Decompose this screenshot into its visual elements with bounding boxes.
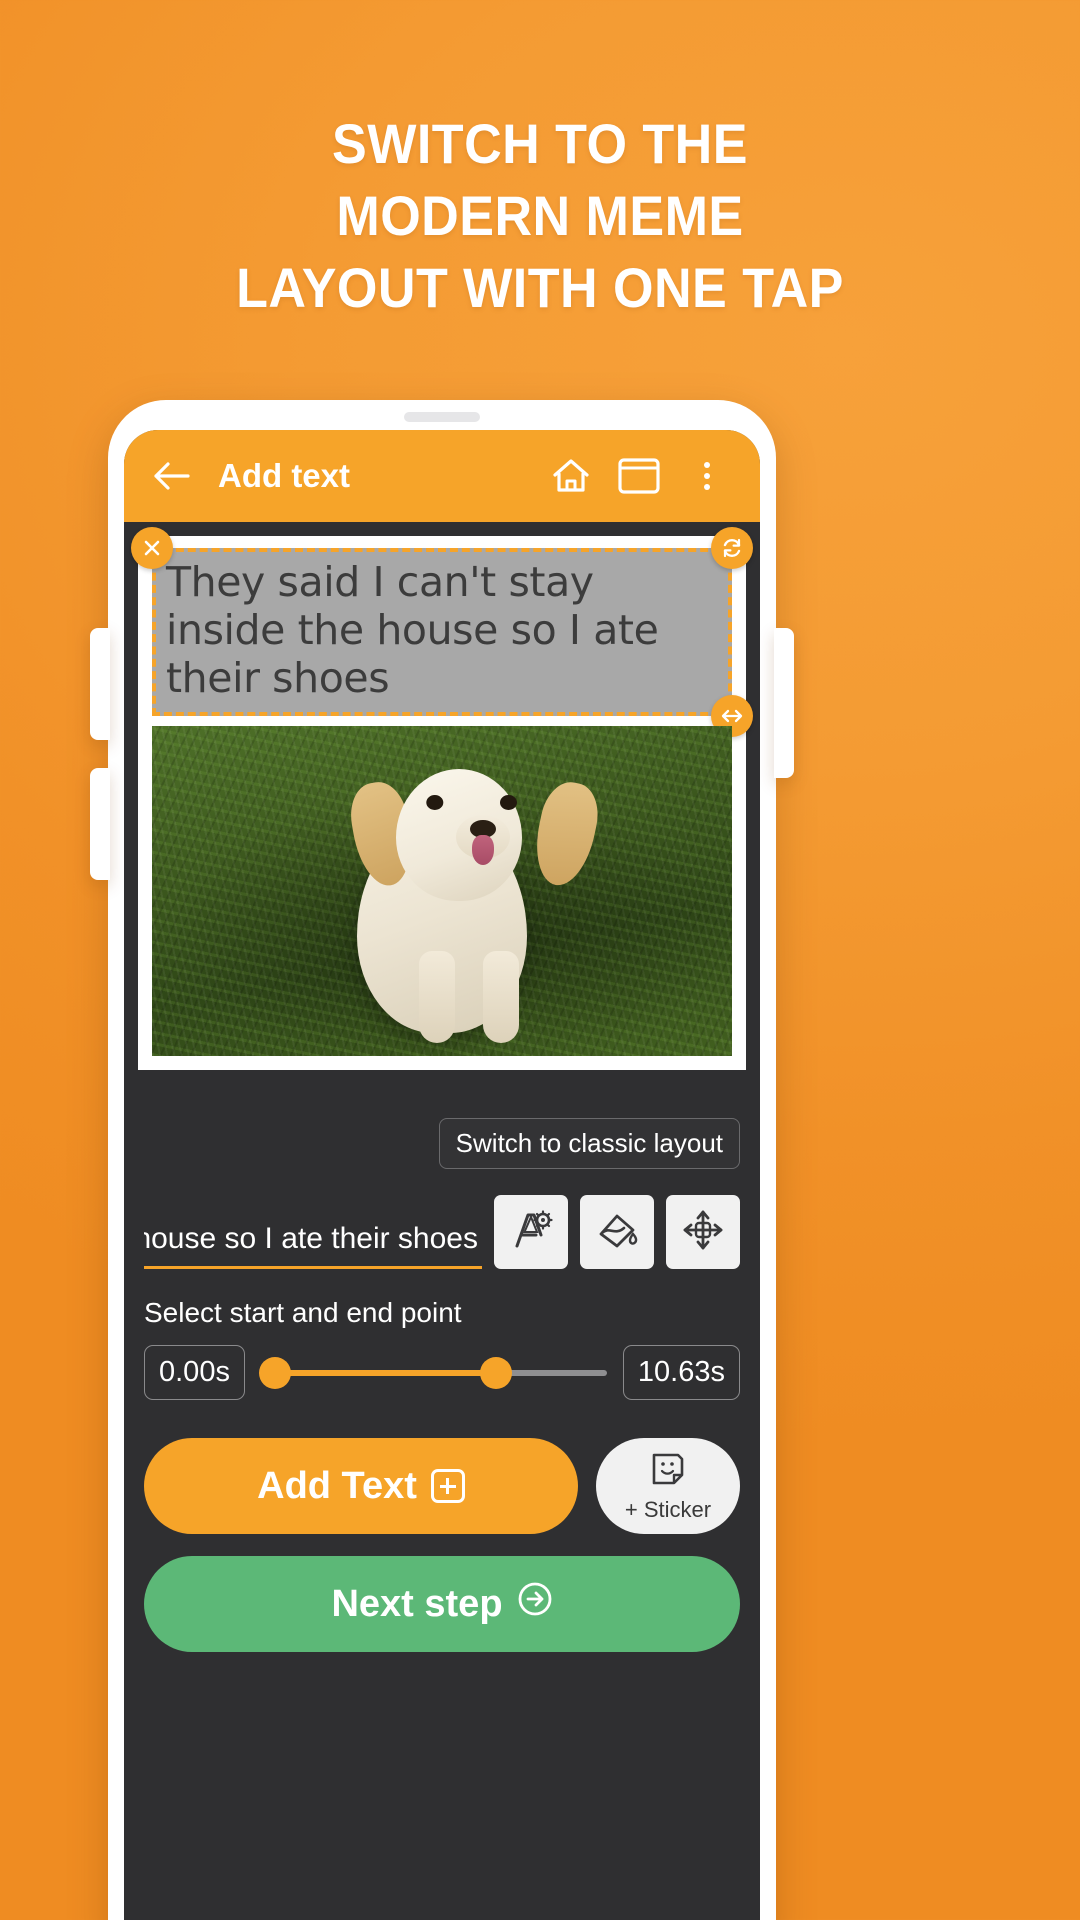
dog-eye-left (426, 795, 444, 811)
sticker-icon (648, 1449, 688, 1495)
delete-layer-icon[interactable] (131, 527, 173, 569)
text-input[interactable]: ide the house so I ate their shoes (144, 1222, 482, 1269)
plus-square-icon (430, 1469, 465, 1503)
switch-layout-row: Switch to classic layout (140, 1070, 744, 1181)
editor-canvas-area: They said I can't stay inside the house … (124, 522, 760, 1070)
add-sticker-button[interactable]: + Sticker (596, 1438, 740, 1534)
headline-line-1: SWITCH TO THE (332, 112, 748, 175)
text-color-button[interactable] (580, 1195, 654, 1269)
primary-actions-row: Add Text + Sticker (140, 1400, 744, 1534)
more-vertical-icon[interactable] (678, 447, 736, 505)
phone-speaker (404, 412, 480, 422)
phone-screen: Add text They said I can't stay inside t… (124, 430, 760, 1920)
meme-text-layer[interactable]: They said I can't stay inside the house … (131, 527, 753, 737)
add-text-button[interactable]: Add Text (144, 1438, 578, 1534)
text-input-value: ide the house so I ate their shoes (144, 1222, 478, 1255)
promo-headline: SWITCH TO THE MODERN MEME LAYOUT WITH ON… (38, 108, 1042, 324)
arrow-right-circle-icon (517, 1581, 553, 1627)
slider-end-handle[interactable] (480, 1356, 513, 1389)
phone-mockup: Add text They said I can't stay inside t… (90, 400, 794, 1920)
phone-volume-down-button (90, 768, 110, 880)
window-icon[interactable] (610, 447, 668, 505)
app-bar: Add text (124, 430, 760, 522)
rotate-layer-icon[interactable] (711, 527, 753, 569)
text-style-button[interactable] (494, 1195, 568, 1269)
phone-volume-up-button (90, 628, 110, 740)
paint-envelope-droplet-icon (593, 1206, 641, 1259)
timing-label: Select start and end point (144, 1297, 462, 1328)
switch-to-classic-layout-button[interactable]: Switch to classic layout (438, 1118, 740, 1169)
meme-photo (152, 726, 732, 1056)
headline-line-3: LAYOUT WITH ONE TAP (236, 256, 844, 319)
trim-slider-row: 0.00s 10.63s (140, 1345, 744, 1400)
page-title: Add text (218, 457, 350, 494)
dog-leg-right (482, 950, 519, 1043)
text-input-row: ide the house so I ate their shoes (140, 1181, 744, 1269)
meme-canvas[interactable]: They said I can't stay inside the house … (131, 527, 753, 1070)
sticker-label: + Sticker (624, 1497, 712, 1522)
headline-line-2: MODERN MEME (336, 184, 744, 247)
home-icon[interactable] (542, 447, 600, 505)
next-step-button[interactable]: Next step (144, 1556, 740, 1652)
start-time-chip[interactable]: 0.00s (144, 1345, 245, 1400)
text-move-button[interactable] (666, 1195, 740, 1269)
move-arrows-icon (679, 1206, 727, 1259)
end-time-chip[interactable]: 10.63s (622, 1345, 740, 1400)
slider-start-handle[interactable] (258, 1356, 291, 1389)
phone-power-button (774, 628, 794, 778)
slider-fill (274, 1369, 497, 1376)
letter-a-gear-icon (507, 1206, 555, 1259)
dog-leg-left (418, 950, 455, 1043)
range-slider[interactable] (258, 1353, 607, 1393)
editor-controls: Switch to classic layout ide the house s… (124, 1070, 760, 1652)
back-icon[interactable] (148, 453, 194, 499)
dog-tongue (471, 834, 494, 865)
add-text-label: Add Text (257, 1464, 417, 1507)
next-step-label: Next step (331, 1582, 503, 1625)
meme-text: They said I can't stay inside the house … (166, 558, 659, 702)
